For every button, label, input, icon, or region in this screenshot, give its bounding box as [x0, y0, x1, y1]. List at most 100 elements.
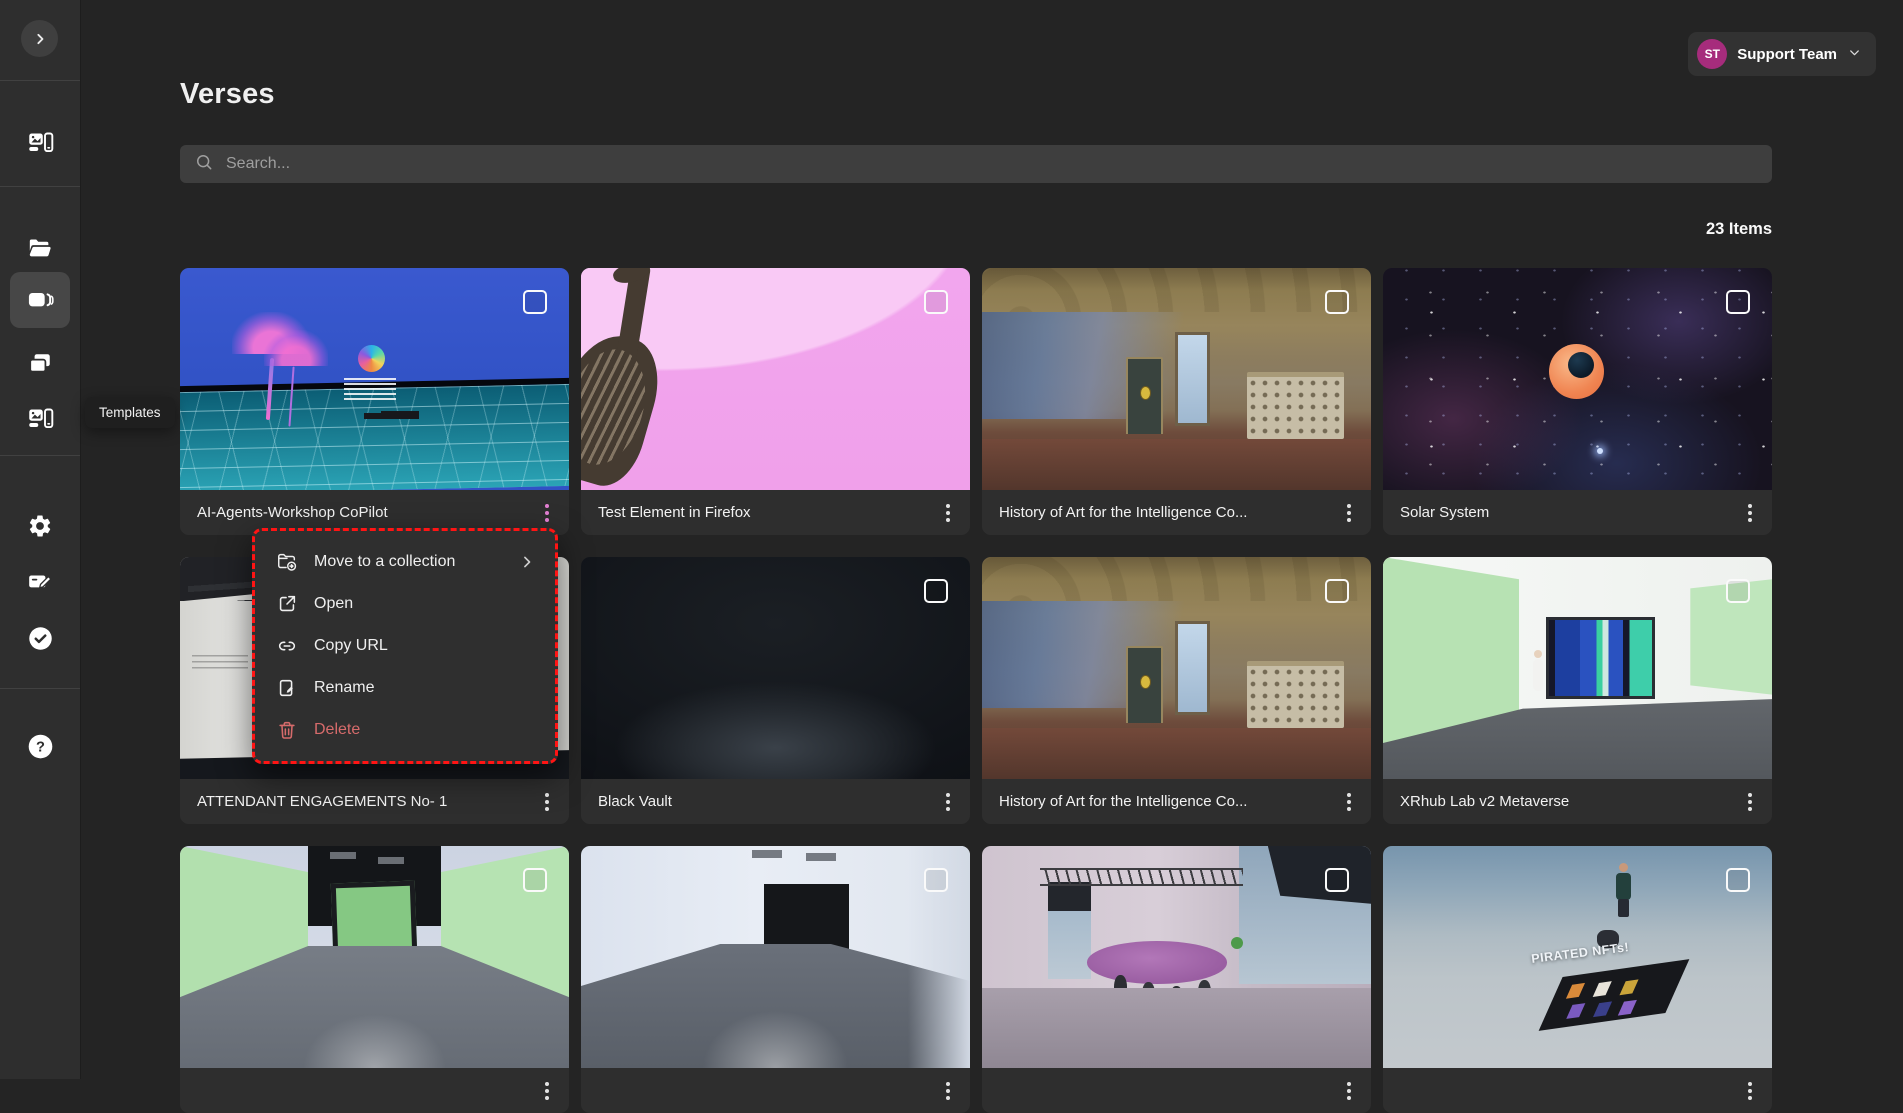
trash-icon	[276, 719, 298, 741]
verse-card[interactable]: PIRATED NFTs!	[1383, 846, 1772, 1113]
verse-thumbnail[interactable]	[982, 268, 1371, 490]
kebab-menu-button[interactable]	[1738, 785, 1762, 819]
verse-card[interactable]: Solar System	[1383, 268, 1772, 535]
select-checkbox[interactable]	[1726, 579, 1750, 603]
thumbnail-layer	[1247, 661, 1344, 728]
items-count: 23 Items	[1706, 220, 1772, 239]
sidebar-item-spaces[interactable]	[0, 122, 80, 162]
select-checkbox[interactable]	[1325, 868, 1349, 892]
sidebar-divider	[0, 455, 80, 456]
menu-item-label: Copy URL	[314, 637, 537, 655]
verse-thumbnail[interactable]	[581, 268, 970, 490]
kebab-menu-button[interactable]	[1337, 785, 1361, 819]
thumbnail-layer	[1597, 448, 1603, 454]
card-title-bar	[180, 1068, 569, 1113]
chevron-right-icon	[517, 552, 537, 572]
card-title-bar	[982, 1068, 1371, 1113]
sidebar-item-files[interactable]	[0, 228, 80, 268]
search-input[interactable]	[224, 154, 1772, 174]
select-checkbox[interactable]	[1726, 868, 1750, 892]
card-edit-icon	[27, 569, 53, 595]
folder-move-icon	[276, 551, 298, 573]
folder-open-icon	[27, 235, 54, 262]
thumbnail-layer	[1568, 352, 1594, 378]
link-icon	[276, 635, 298, 657]
verse-title: Black Vault	[598, 793, 928, 810]
card-title-bar	[1383, 1068, 1772, 1113]
media-device-icon	[27, 405, 54, 432]
verse-card[interactable]	[581, 846, 970, 1113]
page-title: Verses	[180, 78, 275, 111]
verse-thumbnail[interactable]	[180, 846, 569, 1068]
thumbnail-layer	[358, 345, 385, 372]
verse-card[interactable]	[180, 846, 569, 1113]
sidebar-item-verses[interactable]	[10, 272, 70, 328]
verse-thumbnail[interactable]	[1383, 268, 1772, 490]
select-checkbox[interactable]	[523, 290, 547, 314]
kebab-menu-button[interactable]	[936, 785, 960, 819]
thumbnail-layer	[330, 880, 416, 957]
sidebar-item-collections[interactable]	[0, 344, 80, 384]
verse-card[interactable]	[982, 846, 1371, 1113]
menu-item-move-to-a-collection[interactable]: Move to a collection	[255, 541, 555, 583]
verse-thumbnail[interactable]	[180, 268, 569, 490]
menu-item-open[interactable]: Open	[255, 583, 555, 625]
open-external-icon	[276, 593, 298, 615]
verse-thumbnail[interactable]	[982, 846, 1371, 1068]
sidebar-item-status[interactable]	[0, 618, 80, 658]
select-checkbox[interactable]	[1325, 579, 1349, 603]
thumbnail-layer	[1546, 617, 1655, 699]
help-icon: ?	[27, 733, 54, 760]
sidebar-item-templates[interactable]	[0, 398, 80, 438]
sidebar-expand-button[interactable]	[21, 20, 58, 57]
verse-title: Test Element in Firefox	[598, 504, 928, 521]
verse-card[interactable]: AI-Agents-Workshop CoPilot	[180, 268, 569, 535]
sidebar-item-help[interactable]: ?	[0, 726, 80, 766]
card-title-bar: ATTENDANT ENGAGEMENTS No- 1	[180, 779, 569, 824]
verse-thumbnail[interactable]	[982, 557, 1371, 779]
verse-thumbnail[interactable]: PIRATED NFTs!	[1383, 846, 1772, 1068]
select-checkbox[interactable]	[523, 868, 547, 892]
menu-item-rename[interactable]: Rename	[255, 667, 555, 709]
select-checkbox[interactable]	[1726, 290, 1750, 314]
verse-card[interactable]: Black Vault	[581, 557, 970, 824]
menu-item-copy-url[interactable]: Copy URL	[255, 625, 555, 667]
verse-card[interactable]: History of Art for the Intelligence Co..…	[982, 557, 1371, 824]
chevron-right-icon	[30, 29, 50, 49]
kebab-menu-button[interactable]	[535, 496, 559, 530]
select-checkbox[interactable]	[924, 868, 948, 892]
thumbnail-layer	[1087, 941, 1227, 983]
thumbnail-layer	[1048, 882, 1091, 980]
verse-thumbnail[interactable]	[581, 846, 970, 1068]
verse-card[interactable]: Test Element in Firefox	[581, 268, 970, 535]
verse-card[interactable]: History of Art for the Intelligence Co..…	[982, 268, 1371, 535]
sidebar-item-settings[interactable]	[0, 506, 80, 546]
thumbnail-layer	[264, 330, 328, 366]
select-checkbox[interactable]	[924, 579, 948, 603]
thumbnail-layer	[1175, 332, 1210, 425]
context-menu-items: Move to a collection Open Copy URL RenameDe…	[255, 541, 555, 751]
select-checkbox[interactable]	[924, 290, 948, 314]
verse-thumbnail[interactable]	[1383, 557, 1772, 779]
kebab-menu-button[interactable]	[1738, 496, 1762, 530]
verse-title: Solar System	[1400, 504, 1730, 521]
user-menu-button[interactable]: ST Support Team	[1688, 32, 1876, 76]
menu-item-delete[interactable]: Delete	[255, 709, 555, 751]
verse-thumbnail[interactable]	[581, 557, 970, 779]
verse-card[interactable]: XRhub Lab v2 Metaverse	[1383, 557, 1772, 824]
sidebar-item-subscription[interactable]	[0, 562, 80, 602]
app: { "page": { "title": "Verses", "items_co…	[0, 0, 1903, 1079]
thumbnail-layer	[192, 655, 248, 673]
svg-text:?: ?	[36, 739, 45, 755]
thumbnail-layer	[1040, 868, 1242, 885]
menu-item-label: Open	[314, 595, 537, 613]
verse-title: AI-Agents-Workshop CoPilot	[197, 504, 527, 521]
thumbnail-layer	[344, 378, 396, 400]
thumbnail-layer	[1126, 646, 1163, 723]
kebab-menu-button[interactable]	[936, 496, 960, 530]
select-checkbox[interactable]	[1325, 290, 1349, 314]
kebab-menu-button[interactable]	[535, 785, 559, 819]
search-bar[interactable]	[180, 145, 1772, 183]
kebab-menu-button[interactable]	[1337, 496, 1361, 530]
thumbnail-layer	[1247, 372, 1344, 439]
